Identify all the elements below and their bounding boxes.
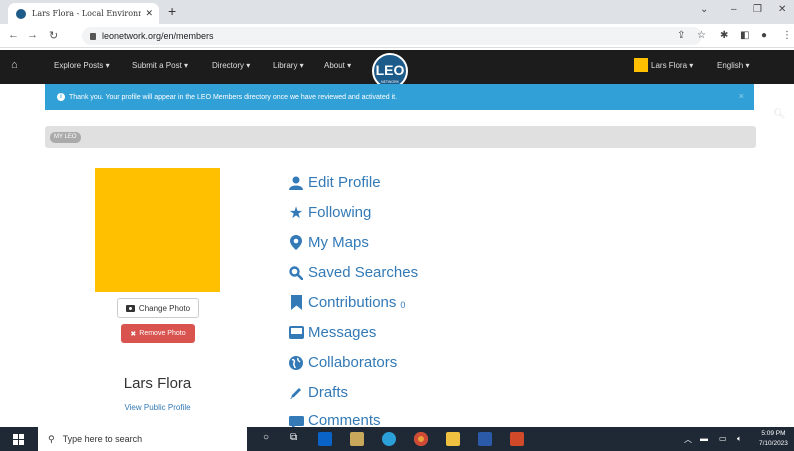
bookmark-star-icon[interactable]: ☆ [697, 30, 706, 41]
search-icon: ⚲ [48, 433, 55, 444]
store-icon[interactable] [350, 432, 364, 446]
globe-icon [288, 355, 304, 371]
alert-message: Thank you. Your profile will appear in t… [69, 93, 398, 101]
breadcrumb: MY LEO [45, 126, 756, 148]
comment-icon [288, 414, 304, 427]
inbox-icon [288, 325, 304, 341]
my-maps-link[interactable]: My Maps [288, 234, 369, 251]
tab-search-chevron-icon[interactable]: ⌄ [700, 4, 708, 15]
site-favicon-icon [16, 8, 26, 19]
browser-menu-icon[interactable]: ⋮ [782, 30, 792, 41]
messages-link[interactable]: Messages [288, 324, 376, 341]
site-search-icon[interactable]: 🔍︎ [773, 109, 786, 120]
tab-title: Lars Flora - Local Environmental [32, 9, 141, 18]
cortana-icon[interactable]: ○ [263, 432, 269, 443]
nav-library[interactable]: Library ▾ [273, 61, 304, 70]
drafts-link[interactable]: Drafts [288, 384, 348, 401]
nav-about[interactable]: About ▾ [324, 61, 351, 70]
network-icon[interactable]: ▬ [700, 434, 708, 443]
nav-explore-posts[interactable]: Explore Posts ▾ [54, 61, 110, 70]
edit-profile-link[interactable]: Edit Profile [288, 174, 381, 191]
view-public-profile-link[interactable]: View Public Profile [95, 403, 220, 412]
restore-icon[interactable]: ❐ [753, 4, 762, 15]
outlook-icon[interactable] [318, 432, 332, 446]
edge-icon[interactable] [382, 432, 396, 446]
star-icon: ★ [288, 204, 304, 222]
reload-icon[interactable]: ↻ [49, 29, 58, 42]
profile-icon[interactable]: ● [761, 30, 767, 41]
chrome-icon[interactable] [414, 432, 428, 446]
collaborators-link[interactable]: Collaborators [288, 354, 397, 371]
extensions-icon[interactable]: ✱ [720, 30, 728, 41]
contributions-count: 0 [400, 299, 406, 310]
magnifier-icon [288, 265, 304, 281]
home-icon[interactable]: ⌂ [11, 59, 18, 71]
nav-language-menu[interactable]: English ▾ [717, 61, 750, 70]
camera-icon [125, 304, 135, 312]
info-icon: i [57, 93, 65, 101]
volume-icon[interactable]: 🔈︎ [737, 434, 742, 444]
url-text: leonetwork.org/en/members [102, 31, 214, 41]
minimize-icon[interactable]: – [731, 4, 737, 15]
bookmark-icon [288, 295, 304, 311]
breadcrumb-my-leo[interactable]: MY LEO [50, 132, 81, 143]
remove-photo-button[interactable]: ✖ Remove Photo [121, 324, 195, 343]
window-close-icon[interactable]: ✕ [778, 4, 786, 15]
powerpoint-icon[interactable] [510, 432, 524, 446]
map-marker-icon [288, 235, 304, 251]
browser-toolbar: ← → ↻ leonetwork.org/en/members ⇪ ☆ ✱ ◧ … [0, 24, 794, 48]
forward-icon[interactable]: → [27, 29, 38, 41]
lock-icon [90, 32, 96, 40]
side-panel-icon[interactable]: ◧ [740, 30, 749, 41]
saved-searches-link[interactable]: Saved Searches [288, 264, 418, 281]
pencil-icon [288, 385, 304, 401]
comments-link[interactable]: Comments [288, 412, 381, 427]
share-icon[interactable]: ⇪ [677, 30, 685, 41]
file-explorer-icon[interactable] [446, 432, 460, 446]
alert-close-button[interactable]: × [739, 91, 744, 101]
nav-user-menu[interactable]: Lars Flora ▾ [651, 61, 693, 70]
task-view-icon[interactable]: ⧉ [290, 432, 297, 443]
remove-x-icon: ✖ [130, 330, 137, 338]
word-icon[interactable] [478, 432, 492, 446]
windows-taskbar: ⚲ Type here to search ○ ⧉ ︿ ▬ ▭ 🔈︎ [0, 427, 794, 451]
new-tab-icon[interactable]: + [168, 3, 176, 19]
battery-icon[interactable]: ▭ [719, 434, 727, 443]
change-photo-button[interactable]: Change Photo [117, 298, 199, 318]
tab-close-icon[interactable]: ✕ [145, 8, 153, 19]
contributions-link[interactable]: Contributions 0 [288, 294, 405, 311]
profile-photo [95, 168, 220, 292]
nav-directory[interactable]: Directory ▾ [212, 61, 250, 70]
taskbar-search[interactable]: ⚲ Type here to search [38, 427, 247, 451]
taskbar-clock[interactable]: 5:09 PM 7/10/2023 [759, 429, 788, 449]
profile-name: Lars Flora [123, 375, 192, 392]
user-icon [288, 175, 304, 191]
browser-tabstrip: Lars Flora - Local Environmental ✕ + ⌄ –… [0, 0, 794, 24]
windows-start-icon[interactable] [13, 434, 24, 445]
nav-submit-post[interactable]: Submit a Post ▾ [132, 61, 188, 70]
profile-pending-alert: i Thank you. Your profile will appear in… [45, 84, 754, 110]
browser-tab[interactable]: Lars Flora - Local Environmental ✕ [8, 3, 159, 24]
address-bar[interactable]: leonetwork.org/en/members [82, 27, 702, 45]
following-link[interactable]: ★ Following [288, 204, 372, 222]
tray-chevron-icon[interactable]: ︿ [684, 434, 692, 445]
back-icon[interactable]: ← [8, 29, 19, 41]
user-avatar[interactable] [634, 58, 648, 72]
